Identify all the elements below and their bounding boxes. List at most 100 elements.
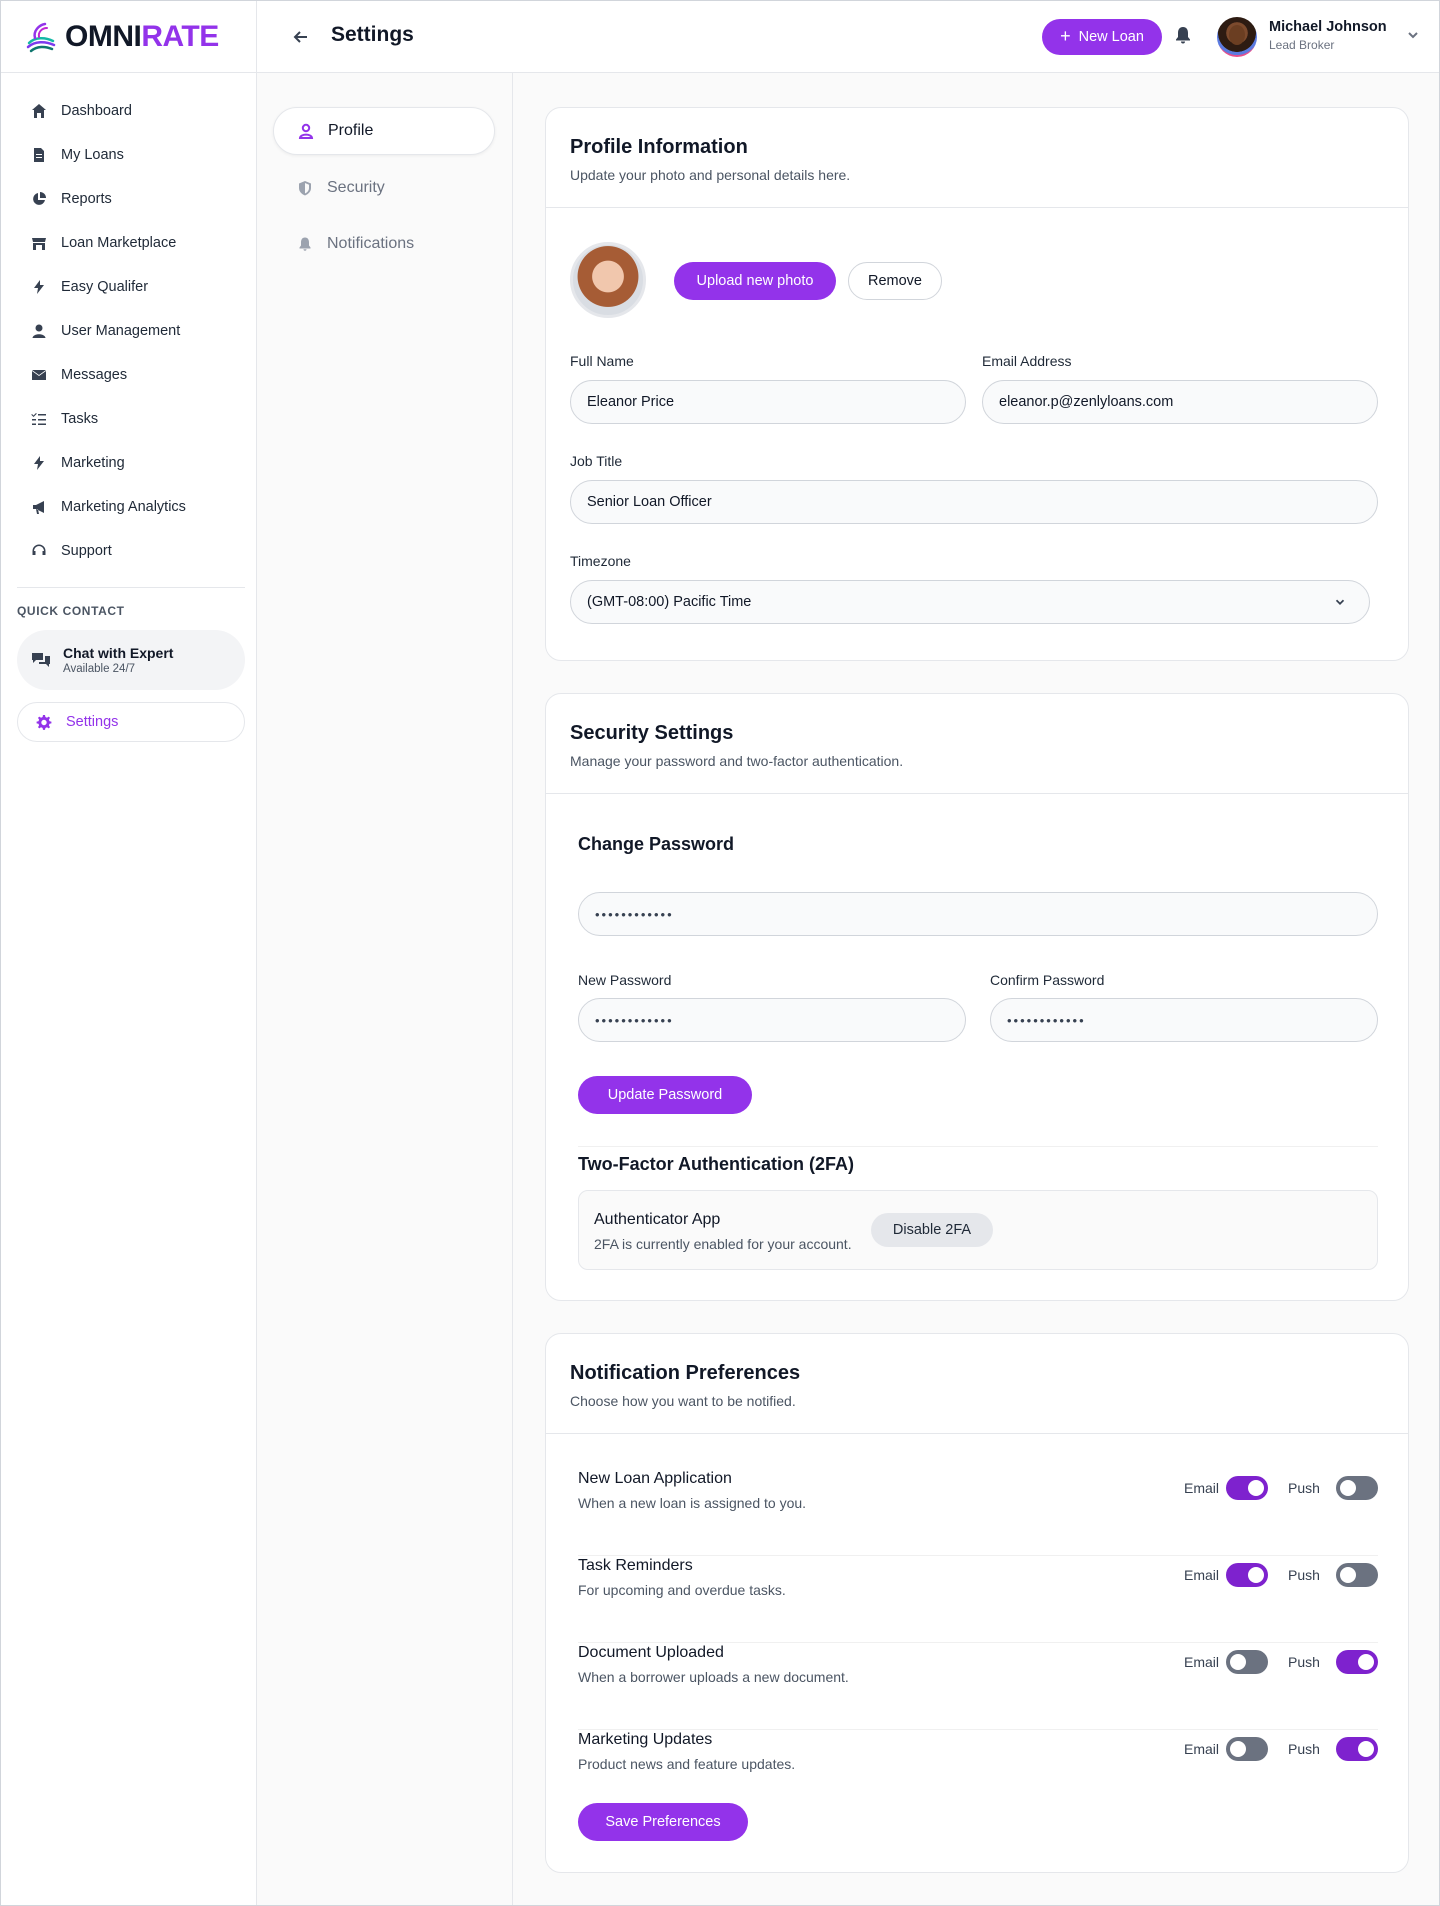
confirm-password-field[interactable]: ••••••••••••	[990, 998, 1378, 1042]
back-button[interactable]	[287, 23, 315, 51]
tab-profile[interactable]: Profile	[273, 107, 495, 155]
authenticator-app-box: Authenticator App 2FA is currently enabl…	[578, 1190, 1378, 1270]
email-toggle[interactable]	[1226, 1737, 1268, 1761]
sidebar-item-marketing-analytics[interactable]: Marketing Analytics	[1, 485, 256, 529]
sidebar-item-label: Marketing Analytics	[61, 499, 186, 515]
home-icon	[32, 104, 46, 118]
profile-information-card: Profile Information Update your photo an…	[545, 107, 1409, 661]
new-loan-button[interactable]: + New Loan	[1042, 19, 1162, 55]
bell-icon	[1176, 27, 1190, 44]
sidebar-item-reports[interactable]: Reports	[1, 177, 256, 221]
sidebar-item-loan-marketplace[interactable]: Loan Marketplace	[1, 221, 256, 265]
email-label: Email Address	[982, 353, 1072, 369]
sidebar-item-tasks[interactable]: Tasks	[1, 397, 256, 441]
new-loan-label: New Loan	[1078, 29, 1144, 45]
chat-title: Chat with Expert	[63, 645, 174, 661]
update-password-button[interactable]: Update Password	[578, 1076, 752, 1114]
toggle-knob	[1230, 1654, 1246, 1670]
shield-icon	[299, 181, 311, 196]
user-outline-icon	[298, 123, 314, 139]
page-title: Settings	[331, 23, 414, 46]
sidebar-item-dashboard[interactable]: Dashboard	[1, 89, 256, 133]
plus-icon: +	[1060, 26, 1071, 46]
change-password-title: Change Password	[578, 834, 735, 854]
brand-name-part2: RATE	[141, 19, 219, 53]
sidebar-item-user-management[interactable]: User Management	[1, 309, 256, 353]
two-factor-title: Two-Factor Authentication (2FA)	[578, 1154, 854, 1174]
current-password-field[interactable]: ••••••••••••	[578, 892, 1378, 936]
timezone-label: Timezone	[570, 553, 631, 569]
upload-photo-button[interactable]: Upload new photo	[674, 262, 836, 300]
sidebar-item-marketing[interactable]: Marketing	[1, 441, 256, 485]
job-title-field[interactable]: Senior Loan Officer	[570, 480, 1378, 524]
email-toggle[interactable]	[1226, 1650, 1268, 1674]
sidebar-item-support[interactable]: Support	[1, 529, 256, 573]
section-divider	[578, 1146, 1378, 1147]
email-toggle-label: Email	[1184, 1654, 1220, 1670]
new-password-field[interactable]: ••••••••••••	[578, 998, 966, 1042]
pref-row-document-uploaded: Document Uploaded When a borrower upload…	[578, 1644, 1378, 1730]
push-toggle[interactable]	[1336, 1650, 1378, 1674]
brand-logo[interactable]: OMNIRATE	[1, 1, 256, 73]
tab-label: Notifications	[327, 235, 415, 252]
chevron-down-icon	[1408, 32, 1418, 39]
chat-with-expert-button[interactable]: Chat with Expert Available 24/7	[17, 630, 245, 690]
brand-name-part1: OMNI	[65, 19, 142, 53]
toggle-knob	[1230, 1741, 1246, 1757]
pref-title: New Loan Application	[578, 1470, 732, 1487]
push-toggle[interactable]	[1336, 1563, 1378, 1587]
timezone-select[interactable]: (GMT-08:00) Pacific Time	[570, 580, 1370, 624]
sidebar-item-label: Support	[61, 543, 112, 559]
toggle-knob	[1248, 1567, 1264, 1583]
sidebar-item-label: Reports	[61, 191, 112, 207]
envelope-icon	[32, 370, 46, 380]
toggle-knob	[1248, 1480, 1264, 1496]
save-preferences-button[interactable]: Save Preferences	[578, 1803, 748, 1841]
sidebar-item-settings[interactable]: Settings	[17, 702, 245, 742]
arrow-left-icon	[293, 31, 307, 43]
email-toggle[interactable]	[1226, 1476, 1268, 1500]
bell-icon	[299, 237, 311, 251]
remove-photo-button[interactable]: Remove	[848, 262, 942, 300]
card-header: Security Settings Manage your password a…	[546, 694, 1408, 794]
job-title-label: Job Title	[570, 453, 623, 469]
logo-mark-icon	[26, 22, 56, 52]
email-toggle-label: Email	[1184, 1741, 1220, 1757]
bolt-icon	[34, 456, 44, 470]
card-header: Notification Preferences Choose how you …	[546, 1334, 1408, 1434]
chat-card-text: Chat with Expert Available 24/7	[63, 645, 173, 675]
card-title: Security Settings	[570, 722, 734, 744]
avatar[interactable]	[1217, 17, 1257, 57]
pref-desc: When a borrower uploads a new document.	[578, 1669, 849, 1685]
sidebar-item-label: Messages	[61, 367, 128, 383]
chevron-down-icon	[1335, 599, 1345, 605]
toggle-knob	[1358, 1741, 1374, 1757]
timezone-value: (GMT-08:00) Pacific Time	[587, 594, 752, 610]
sidebar-item-label: User Management	[61, 323, 181, 339]
profile-photo	[570, 242, 646, 318]
email-field[interactable]: eleanor.p@zenlyloans.com	[982, 380, 1378, 424]
email-toggle[interactable]	[1226, 1563, 1268, 1587]
avatar-face	[1229, 25, 1245, 45]
sidebar-item-label: Loan Marketplace	[61, 235, 177, 251]
tab-label: Security	[327, 179, 385, 196]
quick-contact-label: QUICK CONTACT	[17, 604, 125, 618]
push-toggle-label: Push	[1288, 1741, 1320, 1757]
user-icon	[32, 324, 46, 338]
push-toggle[interactable]	[1336, 1476, 1378, 1500]
headset-icon	[32, 544, 46, 555]
tab-security[interactable]: Security	[273, 164, 495, 212]
sidebar: OMNIRATE Dashboard My Loans Reports Loan…	[1, 1, 257, 1905]
disable-2fa-button[interactable]: Disable 2FA	[871, 1213, 993, 1247]
sidebar-item-label: Tasks	[61, 411, 99, 427]
full-name-field[interactable]: Eleanor Price	[570, 380, 966, 424]
bolt-icon	[34, 280, 44, 294]
notifications-bell-button[interactable]	[1173, 25, 1195, 47]
sidebar-item-messages[interactable]: Messages	[1, 353, 256, 397]
tab-notifications[interactable]: Notifications	[273, 220, 495, 268]
user-menu-button[interactable]	[1405, 27, 1421, 48]
sidebar-item-easy-qualifer[interactable]: Easy Qualifer	[1, 265, 256, 309]
pref-row-new-loan-application: New Loan Application When a new loan is …	[578, 1470, 1378, 1556]
push-toggle[interactable]	[1336, 1737, 1378, 1761]
sidebar-item-my-loans[interactable]: My Loans	[1, 133, 256, 177]
